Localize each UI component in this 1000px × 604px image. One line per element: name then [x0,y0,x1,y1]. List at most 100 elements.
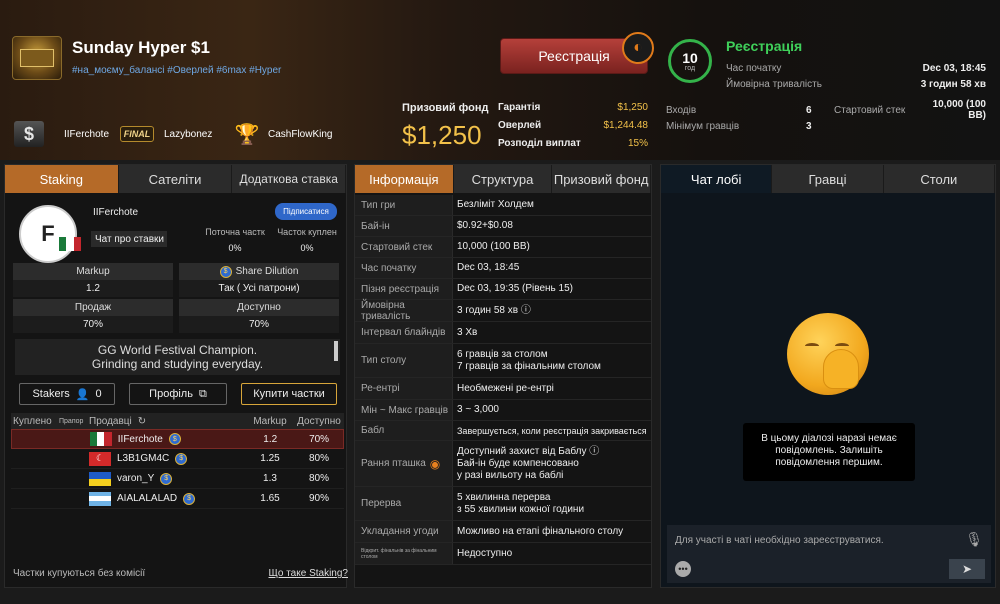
staker-name: IIFerchote [93,207,139,218]
tab-structure[interactable]: Структура [453,165,553,193]
info-row: Ймовірна тривалість 3 годин 58 хв ⓘ [355,300,651,322]
col-bought[interactable]: Куплено [11,416,59,427]
shares-bought: Часток куплен 0% [273,227,341,253]
stakers-button[interactable]: Stakers 👤 0 [19,383,115,405]
seller-name: L3B1GM4C [117,453,170,464]
bio-scrollbar[interactable] [334,341,338,361]
table-header: Куплено Прапор Продавці ↻ Markup Доступно [11,413,344,429]
info-value: Доступний захист від Баблу [457,445,587,457]
bio-line: Grinding and studying everyday. [91,357,264,371]
staking-chat-button[interactable]: Чат про ставки [91,231,167,247]
dollar-icon: $ [14,121,44,147]
stakers-label: Stakers [32,388,70,400]
info-row: Тип столу 6 гравців за столом 7 гравців за… [355,344,651,378]
start-value: Dec 03, 18:45 [922,62,986,74]
col-flag[interactable]: Прапор [59,418,89,425]
info-key: Ре-ентрі [355,378,453,399]
tab-tables[interactable]: Столи [883,165,995,193]
seller-name: IIFerchote [117,433,163,445]
guarantee-value: $1,250 [617,101,648,113]
info-value: 6 гравців за столом [457,348,548,360]
info-key: Пізня реєстрація [355,279,453,299]
table-row[interactable]: ☾ L3B1GM4C $ 1.25 80% [11,449,344,469]
info-key: Мін ~ Макс гравців [355,400,453,420]
dilution-value: Так ( Усі патрони) [179,280,339,297]
right-tabs: Чат лобі Гравці Столи [661,165,995,193]
info-panel: Інформація Структура Призовий фонд Тип г… [354,164,652,588]
staking-footer: Частки купуються без комісії Що таке Sta… [13,568,348,579]
bio-line: GG World Festival Champion. [97,343,258,357]
profile-button[interactable]: Профіль ⧉ [129,383,227,405]
start-label: Час початку [726,62,782,74]
table-row[interactable]: IIFerchote $ 1.2 70% [11,429,344,449]
info-row: Рання пташка ◉ Доступний захист від Баблу … [355,441,651,487]
chat-input-area[interactable]: Для участі в чаті необхідно зареєструват… [667,525,991,583]
tab-players[interactable]: Гравці [772,165,884,193]
sell-box: Продаж 70% [13,299,173,333]
row-available: 80% [308,453,329,464]
tab-side-bet[interactable]: Додаткова ставка [232,165,347,193]
profile-label: Профіль [149,388,193,400]
overlay-value: $1,244.48 [603,119,649,131]
col-available[interactable]: Доступно [295,416,343,427]
top-player-name: Lazybonez [164,128,213,140]
staker-bio: GG World Festival Champion. Grinding and… [15,339,340,375]
what-is-staking-link[interactable]: Що таке Staking? [269,568,349,579]
row-available: 80% [308,473,329,484]
subscribe-button[interactable]: Підписатися [275,203,337,220]
send-icon[interactable]: ➤ [949,559,985,579]
info-icon[interactable]: ⓘ [589,446,599,457]
info-value: у разі вильоту на баблі [457,469,564,481]
info-value: 7 гравців за фінальним столом [457,360,601,372]
tab-satellites[interactable]: Сателіти [118,165,233,193]
info-row: Укладання угоди Можливо на етапі фінально… [355,521,651,543]
info-icon[interactable]: ⓘ [521,305,531,316]
prize-pool-value: $1,250 [402,120,482,150]
microphone-icon[interactable]: 🎙 [965,531,983,548]
emoji-picker-icon[interactable]: ••• [675,561,691,577]
table-row[interactable]: varon_Y $ 1.3 80% [11,469,344,489]
top-player-2: FINAL Lazybonez [120,120,212,148]
duration-value: 3 годин 58 хв [920,78,986,90]
footer-note: Частки купуються без комісії [13,568,146,579]
entries-value: 6 [806,104,812,116]
info-value: $0.92+$0.08 [457,220,513,231]
coin-icon: $ [219,265,232,278]
refresh-icon[interactable]: ↻ [138,416,146,427]
info-key: Інтервал блайндів [355,322,453,343]
buy-shares-button[interactable]: Купити частки [241,383,337,405]
stakers-count: 0 [95,388,102,400]
col-sellers[interactable]: Продавці [89,416,132,427]
ukraine-flag-icon [89,471,111,486]
timer-value: 10 [682,49,698,66]
trophy-icon: 🏆 [234,123,260,146]
min-players-value: 3 [806,120,812,132]
col-markup[interactable]: Markup [245,416,295,427]
entries-label: Входів [666,104,697,116]
tab-lobby-chat[interactable]: Чат лобі [661,165,773,193]
avatar[interactable]: F [19,205,77,263]
info-value: 5 хвилинна перерва [457,491,551,503]
sell-value: 70% [13,316,173,333]
top-player-name: CashFlowKing [268,128,333,140]
prize-details: Гарантія $1,250 Оверлей $1,244.48 Розподіл… [498,98,648,152]
info-row: Час початку Dec 03, 18:45 [355,258,651,279]
current-share-value: 0% [228,243,242,253]
info-value: 3 годин 58 хв [457,304,519,316]
tab-information[interactable]: Інформація [355,165,454,193]
table-row[interactable]: AIALALALAD $ 1.65 90% [11,489,344,509]
staking-panel: Staking Сателіти Додаткова ставка F IIFe… [4,164,348,588]
seller-name: AIALALALAD [117,493,178,504]
coin-icon: $ [168,433,181,445]
info-value: 10,000 (100 BB) [457,241,530,252]
info-row: Бабл Завершується, коли реєстрація закрив… [355,421,651,441]
tab-staking[interactable]: Staking [5,165,119,193]
info-value: Безліміт Холдем [457,199,534,210]
argentina-flag-icon [89,491,111,506]
row-markup: 1.3 [263,473,277,484]
dilution-box: $ Share Dilution Так ( Усі патрони) [179,263,339,297]
row-available: 70% [309,433,330,445]
empty-chat-message: В цьому діалозі наразі немає повідомлень… [743,423,915,481]
tab-prize-pool[interactable]: Призовий фонд [552,165,652,193]
entry-info: Входів 6 Стартовий стек 10,000 (100 BB) … [666,99,986,134]
